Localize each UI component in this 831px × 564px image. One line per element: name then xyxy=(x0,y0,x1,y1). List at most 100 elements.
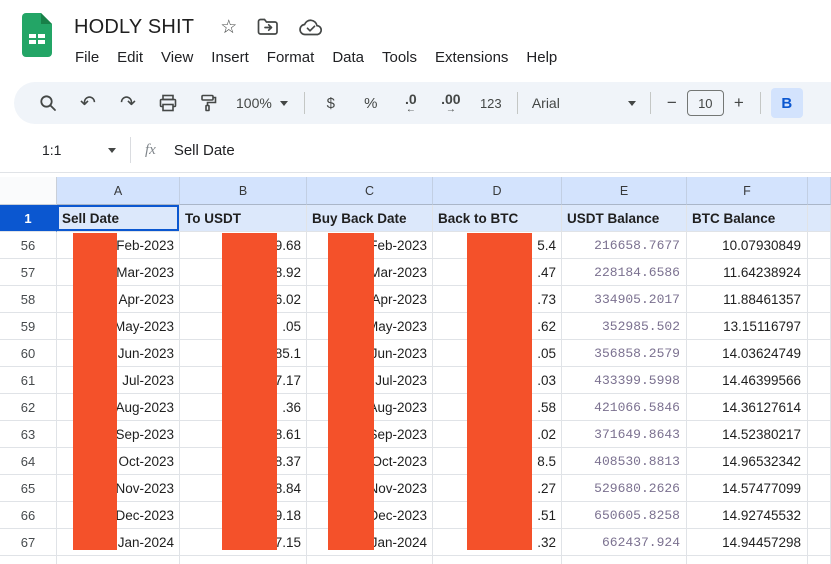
cell-e68[interactable] xyxy=(562,556,687,564)
column-header-b[interactable]: B xyxy=(180,177,307,205)
cell-f63[interactable]: 14.52380217 xyxy=(687,421,808,448)
column-header-e[interactable]: E xyxy=(562,177,687,205)
cell-f64[interactable]: 14.96532342 xyxy=(687,448,808,475)
column-header-a[interactable]: A xyxy=(57,177,180,205)
menu-data[interactable]: Data xyxy=(323,47,373,68)
row-header-56[interactable]: 56 xyxy=(0,232,57,259)
currency-format-button[interactable]: $ xyxy=(311,87,351,119)
header-cell-d1[interactable]: Back to BTC xyxy=(433,205,562,232)
row-header-67[interactable]: 67 xyxy=(0,529,57,556)
cell-f56[interactable]: 10.07930849 xyxy=(687,232,808,259)
increase-font-size-button[interactable]: + xyxy=(724,93,754,113)
cell-e63[interactable]: 371649.8643 xyxy=(562,421,687,448)
formula-input[interactable]: Sell Date xyxy=(174,142,235,159)
header-cell-a1[interactable]: Sell Date xyxy=(57,205,180,232)
header-cell-c1[interactable]: Buy Back Date xyxy=(307,205,433,232)
row-header-62[interactable]: 62 xyxy=(0,394,57,421)
percent-format-button[interactable]: % xyxy=(351,87,391,119)
cell-g68[interactable] xyxy=(808,556,831,564)
row-header-68[interactable]: 68 xyxy=(0,556,57,564)
undo-icon[interactable]: ↶ xyxy=(68,87,108,119)
header-cell-f1[interactable]: BTC Balance xyxy=(687,205,808,232)
paint-format-icon[interactable] xyxy=(188,87,228,119)
header-cell-e1[interactable]: USDT Balance xyxy=(562,205,687,232)
cell-e65[interactable]: 529680.2626 xyxy=(562,475,687,502)
cell-g58[interactable] xyxy=(808,286,831,313)
cell-f59[interactable]: 13.15116797 xyxy=(687,313,808,340)
cell-f66[interactable]: 14.92745532 xyxy=(687,502,808,529)
row-header-64[interactable]: 64 xyxy=(0,448,57,475)
cell-e67[interactable]: 662437.924 xyxy=(562,529,687,556)
cell-f58[interactable]: 11.88461357 xyxy=(687,286,808,313)
cell-e66[interactable]: 650605.8258 xyxy=(562,502,687,529)
cell-e64[interactable]: 408530.8813 xyxy=(562,448,687,475)
menu-extensions[interactable]: Extensions xyxy=(426,47,517,68)
cell-g59[interactable] xyxy=(808,313,831,340)
cell-e58[interactable]: 334905.2017 xyxy=(562,286,687,313)
cell-e57[interactable]: 228184.6586 xyxy=(562,259,687,286)
cell-a68[interactable] xyxy=(57,556,180,564)
number-format-button[interactable]: 123 xyxy=(471,87,511,119)
cloud-saved-icon[interactable] xyxy=(299,18,323,36)
bold-button[interactable]: B xyxy=(770,88,803,118)
cell-e56[interactable]: 216658.7677 xyxy=(562,232,687,259)
menu-view[interactable]: View xyxy=(152,47,202,68)
row-header-65[interactable]: 65 xyxy=(0,475,57,502)
font-selector[interactable]: Arial xyxy=(532,95,636,111)
header-cell-g1[interactable] xyxy=(808,205,831,232)
menu-edit[interactable]: Edit xyxy=(108,47,152,68)
cell-g64[interactable] xyxy=(808,448,831,475)
font-size-input[interactable]: 10 xyxy=(686,90,724,116)
cell-f62[interactable]: 14.36127614 xyxy=(687,394,808,421)
cell-e62[interactable]: 421066.5846 xyxy=(562,394,687,421)
cell-e60[interactable]: 356858.2579 xyxy=(562,340,687,367)
cell-g65[interactable] xyxy=(808,475,831,502)
row-header-57[interactable]: 57 xyxy=(0,259,57,286)
cell-g62[interactable] xyxy=(808,394,831,421)
column-header-d[interactable]: D xyxy=(433,177,562,205)
cell-e61[interactable]: 433399.5998 xyxy=(562,367,687,394)
document-title[interactable]: HODLY SHIT xyxy=(74,16,194,39)
move-to-folder-icon[interactable] xyxy=(257,18,279,36)
cell-e59[interactable]: 352985.502 xyxy=(562,313,687,340)
cell-g60[interactable] xyxy=(808,340,831,367)
cell-f57[interactable]: 11.64238924 xyxy=(687,259,808,286)
increase-decimal-button[interactable]: .00 → xyxy=(431,87,471,119)
cell-d68[interactable] xyxy=(433,556,562,564)
menu-help[interactable]: Help xyxy=(517,47,566,68)
menu-format[interactable]: Format xyxy=(258,47,324,68)
row-header-59[interactable]: 59 xyxy=(0,313,57,340)
zoom-control[interactable]: 100% xyxy=(236,95,288,111)
star-icon[interactable]: ☆ xyxy=(220,18,237,37)
cell-g66[interactable] xyxy=(808,502,831,529)
cell-b68[interactable] xyxy=(180,556,307,564)
menu-insert[interactable]: Insert xyxy=(202,47,258,68)
row-header-61[interactable]: 61 xyxy=(0,367,57,394)
redo-icon[interactable]: ↷ xyxy=(108,87,148,119)
cell-f60[interactable]: 14.03624749 xyxy=(687,340,808,367)
cell-g57[interactable] xyxy=(808,259,831,286)
row-header-66[interactable]: 66 xyxy=(0,502,57,529)
decrease-font-size-button[interactable]: − xyxy=(657,93,687,113)
cell-f65[interactable]: 14.57477099 xyxy=(687,475,808,502)
cell-f67[interactable]: 14.94457298 xyxy=(687,529,808,556)
cell-g56[interactable] xyxy=(808,232,831,259)
menu-file[interactable]: File xyxy=(66,47,108,68)
column-header-f[interactable]: F xyxy=(687,177,808,205)
name-box[interactable]: 1:1 xyxy=(0,142,130,158)
decrease-decimal-button[interactable]: .0 ← xyxy=(391,87,431,119)
cell-g61[interactable] xyxy=(808,367,831,394)
column-header-c[interactable]: C xyxy=(307,177,433,205)
select-all-corner[interactable] xyxy=(0,177,57,205)
row-header-58[interactable]: 58 xyxy=(0,286,57,313)
search-icon[interactable] xyxy=(28,87,68,119)
cell-g63[interactable] xyxy=(808,421,831,448)
cell-g67[interactable] xyxy=(808,529,831,556)
row-header-60[interactable]: 60 xyxy=(0,340,57,367)
sheets-logo-icon[interactable] xyxy=(20,12,54,58)
menu-tools[interactable]: Tools xyxy=(373,47,426,68)
cell-f61[interactable]: 14.46399566 xyxy=(687,367,808,394)
cell-c68[interactable] xyxy=(307,556,433,564)
row-header-1[interactable]: 1 xyxy=(0,205,57,232)
print-icon[interactable] xyxy=(148,87,188,119)
